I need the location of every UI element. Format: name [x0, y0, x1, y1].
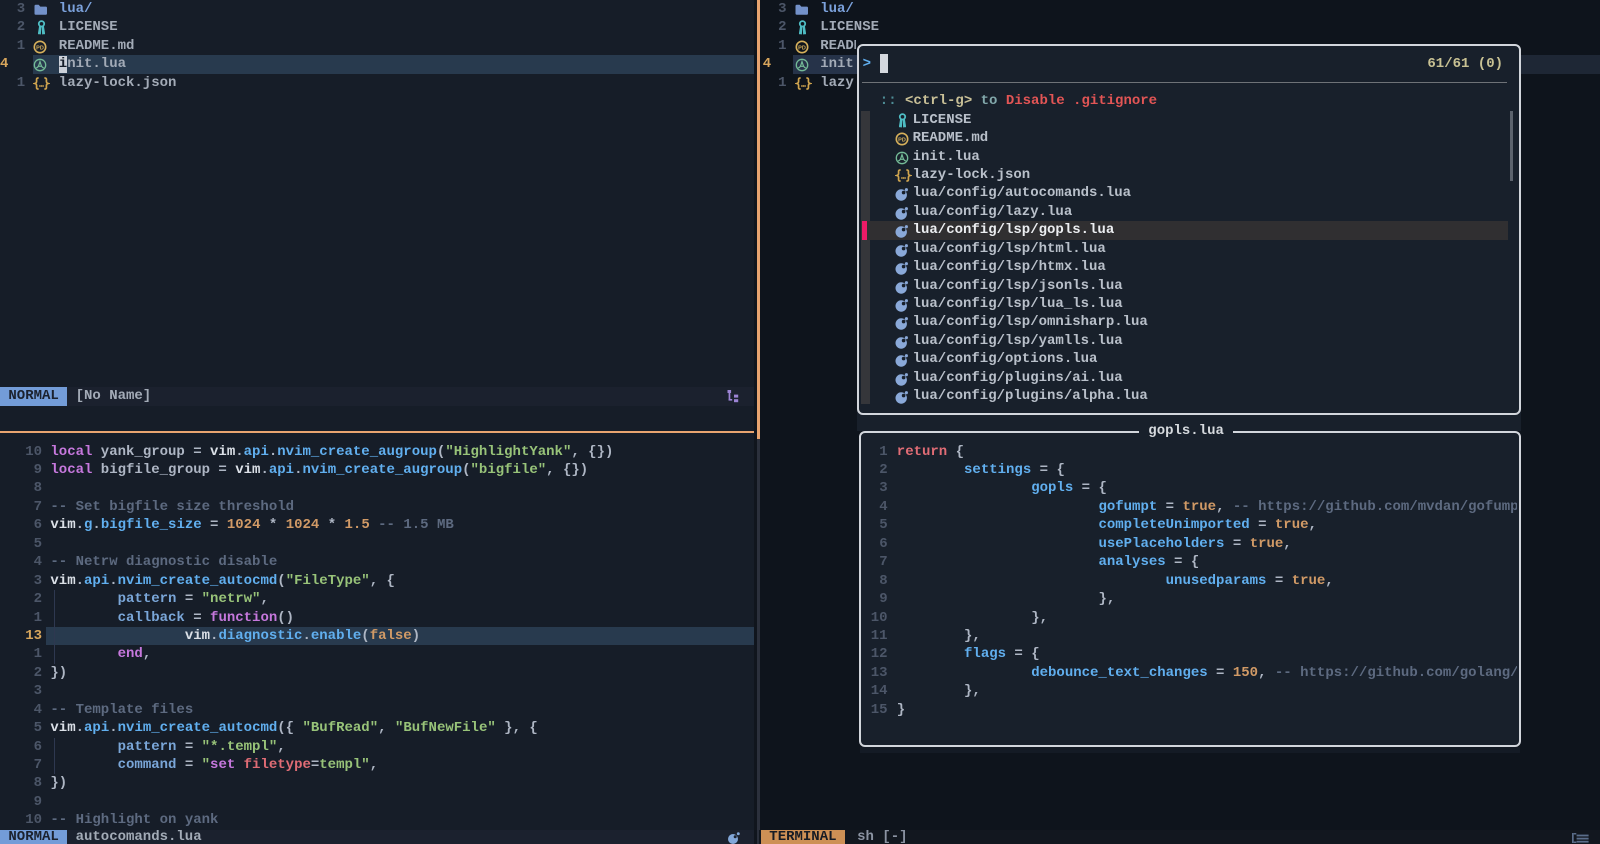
svg-text:PD: PD: [898, 137, 906, 143]
svg-text:PD: PD: [798, 45, 806, 51]
svg-text:PD: PD: [36, 45, 44, 51]
